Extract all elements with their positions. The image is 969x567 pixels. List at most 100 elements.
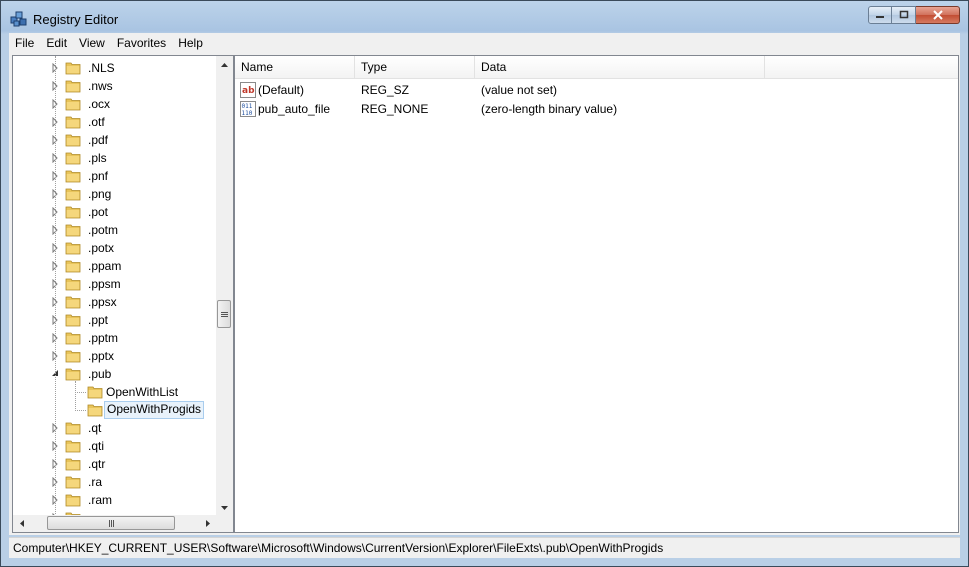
tree-item[interactable]: .pdf [13,131,216,149]
client-area: .NLS .nws .ocx .otf .pdf .pls .pnf .png .pot .pot… [9,53,960,535]
registry-editor-icon [10,11,27,27]
scroll-left-icon [19,520,24,527]
folder-icon [65,422,81,435]
tree-item[interactable]: .pnf [13,167,216,185]
tree-item[interactable]: .qt [13,419,216,437]
tree-horizontal-scroll-thumb[interactable] [47,516,175,530]
scroll-right-icon [205,520,210,527]
tree-item-label: .ppsm [88,277,121,291]
folder-icon [65,152,81,165]
tree-item[interactable]: .ocx [13,95,216,113]
svg-text:ab: ab [242,86,255,96]
tree-item[interactable]: .qtr [13,455,216,473]
folder-icon [65,206,81,219]
column-header-data[interactable]: Data [475,56,765,78]
tree-item-label: .pnf [88,169,109,183]
tree-item[interactable]: OpenWithList [13,383,216,401]
menu-edit[interactable]: Edit [40,33,73,53]
folder-icon [65,350,81,363]
folder-icon [65,368,81,381]
menu-view[interactable]: View [73,33,111,53]
scroll-down-button[interactable] [216,499,233,516]
tree-connector-line [75,381,76,411]
tree-item-label: .otf [88,115,105,129]
tree-item[interactable]: .ppsm [13,275,216,293]
tree-item[interactable]: .png [13,185,216,203]
tree-item[interactable]: .qti [13,437,216,455]
tree-item[interactable]: .ra [13,473,216,491]
tree-item[interactable]: .otf [13,113,216,131]
minimize-button[interactable] [868,6,892,24]
tree-item-label: .qt [88,421,102,435]
tree-vertical-scrollbar[interactable] [216,56,233,516]
values-list-pane[interactable]: Name Type Data ab (Default) REG_SZ (value n… [234,55,959,533]
tree-item[interactable]: .ppsx [13,293,216,311]
scroll-corner [216,515,233,532]
value-data: (zero-length binary value) [481,102,618,116]
folder-icon [87,404,103,417]
scroll-up-icon [221,62,228,67]
tree-item[interactable]: .pptx [13,347,216,365]
tree-item[interactable]: .nws [13,77,216,95]
tree-item[interactable]: .potx [13,239,216,257]
scroll-left-button[interactable] [13,515,30,532]
folder-icon [65,458,81,471]
tree-item-label: .nws [88,79,113,93]
tree-item[interactable]: .ppt [13,311,216,329]
folder-icon [87,386,103,399]
folder-icon [65,224,81,237]
value-row[interactable]: 011 110 pub_auto_file REG_NONE (zero-length … [235,100,958,119]
column-header-name[interactable]: Name [235,56,355,78]
tree-item[interactable]: .NLS [13,59,216,77]
column-header-filler [765,56,958,78]
grip-icon [220,311,228,317]
folder-icon [65,296,81,309]
registry-tree-pane[interactable]: .NLS .nws .ocx .otf .pdf .pls .pnf .png .pot .pot… [12,55,234,533]
menu-favorites[interactable]: Favorites [111,33,172,53]
folder-icon [65,494,81,507]
tree-item-label: OpenWithList [106,385,179,399]
tree-item[interactable]: .ram [13,491,216,509]
tree-item-label: .NLS [88,61,115,75]
tree-item-label: .ram [88,493,112,507]
status-bar: Computer\HKEY_CURRENT_USER\Software\Micr… [9,537,960,558]
folder-icon [65,62,81,75]
tree-item-label: .pls [88,151,107,165]
title-bar[interactable]: Registry Editor [1,1,968,33]
tree-vertical-scroll-thumb[interactable] [217,300,231,328]
svg-text:011: 011 [242,103,253,110]
menu-help[interactable]: Help [172,33,209,53]
binary-value-icon: 011110 [240,101,256,117]
tree-item-label: .pot [88,205,109,219]
scroll-up-button[interactable] [216,56,233,73]
scroll-right-button[interactable] [199,515,216,532]
tree-horizontal-scrollbar[interactable] [13,515,216,532]
tree-item[interactable]: .pptm [13,329,216,347]
tree-item-label: .ppsx [88,295,117,309]
tree-item[interactable]: OpenWithProgids [13,401,216,419]
value-row[interactable]: ab (Default) REG_SZ (value not set) [235,81,958,100]
registry-tree[interactable]: .NLS .nws .ocx .otf .pdf .pls .pnf .png .pot .pot… [13,56,216,516]
tree-item[interactable]: .potm [13,221,216,239]
tree-item[interactable]: .pls [13,149,216,167]
tree-connector-line [75,410,86,411]
folder-icon [65,188,81,201]
maximize-button[interactable] [892,6,916,24]
close-button[interactable] [916,6,960,24]
tree-item[interactable]: .ppam [13,257,216,275]
tree-item[interactable]: .pot [13,203,216,221]
folder-icon [65,440,81,453]
scroll-down-icon [221,505,228,510]
folder-icon [65,260,81,273]
column-header-type[interactable]: Type [355,56,475,78]
tree-item-label: .ocx [88,97,111,111]
tree-item[interactable]: .pub [13,365,216,383]
grip-icon [108,519,114,527]
value-type: REG_NONE [361,102,429,116]
tree-item-label: .png [88,187,112,201]
tree-item-label: .potx [88,241,115,255]
tree-item-label: .ppam [88,259,122,273]
folder-icon [65,242,81,255]
menu-file[interactable]: File [9,33,40,53]
value-data: (value not set) [481,83,558,97]
